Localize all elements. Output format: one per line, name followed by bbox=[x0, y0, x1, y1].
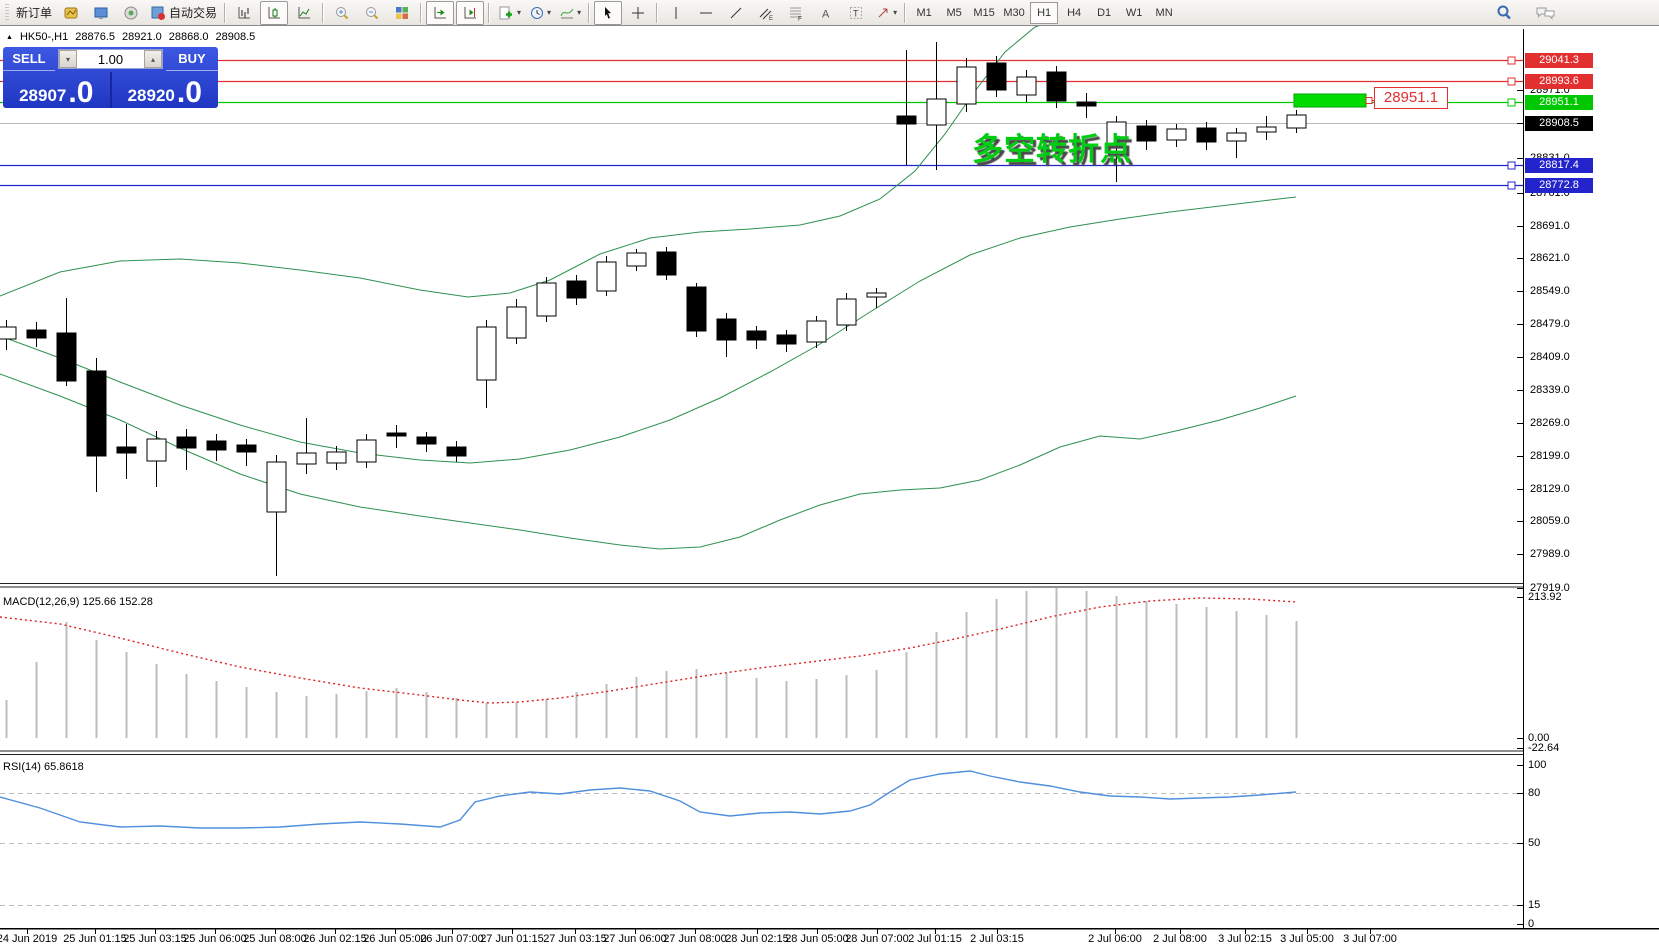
charts-icon[interactable] bbox=[57, 1, 85, 25]
candlestick-chart-icon[interactable] bbox=[260, 1, 288, 25]
volume-spinner: ▾ 1.00 ▴ bbox=[58, 49, 163, 69]
separator bbox=[322, 3, 324, 23]
separator bbox=[904, 3, 906, 23]
separator bbox=[224, 3, 226, 23]
buy-button[interactable]: BUY bbox=[166, 47, 218, 71]
label-icon[interactable]: T bbox=[842, 1, 870, 25]
one-click-trading-panel: SELL ▾ 1.00 ▴ BUY 28907 .0 28920 .0 bbox=[3, 47, 218, 108]
timeframe-D1[interactable]: D1 bbox=[1090, 2, 1118, 24]
chevron-down-icon: ▾ bbox=[517, 8, 521, 17]
svg-text:T: T bbox=[853, 8, 859, 18]
mt4-trading-app: { "toolbar": { "new_order_label": "新订单",… bbox=[0, 0, 1659, 950]
tile-windows-icon[interactable] bbox=[388, 1, 416, 25]
sell-price-main: 28907 bbox=[19, 87, 66, 104]
arrows-icon[interactable]: ▾ bbox=[872, 1, 900, 25]
zoom-out-icon[interactable] bbox=[358, 1, 386, 25]
chart-canvas bbox=[0, 0, 1659, 950]
volume-increase-button[interactable]: ▴ bbox=[144, 50, 162, 68]
chevron-down-icon: ▾ bbox=[893, 8, 897, 17]
trendline-icon[interactable] bbox=[722, 1, 750, 25]
highlight-rectangle[interactable] bbox=[1294, 94, 1374, 107]
horizontal-line-icon[interactable] bbox=[692, 1, 720, 25]
zoom-in-icon[interactable] bbox=[328, 1, 356, 25]
chevron-down-icon: ▾ bbox=[547, 8, 551, 17]
volume-input[interactable]: 1.00 bbox=[77, 50, 144, 68]
text-icon[interactable]: A bbox=[812, 1, 840, 25]
auto-trading-button[interactable]: 自动交易 bbox=[147, 2, 220, 24]
market-watch-icon[interactable] bbox=[87, 1, 115, 25]
indicators-icon[interactable]: ▾ bbox=[556, 1, 584, 25]
buy-price-main: 28920 bbox=[128, 87, 175, 104]
macd-histogram bbox=[7, 588, 1297, 738]
timeframe-M5[interactable]: M5 bbox=[940, 2, 968, 24]
auto-trading-icon bbox=[150, 5, 166, 21]
separator bbox=[656, 3, 658, 23]
toolbar: 新订单 自动交易 ▾ ▾ ▾ E F A T ▾ M1M5M15M30H1H4D… bbox=[0, 0, 1659, 26]
separator bbox=[420, 3, 422, 23]
volume-decrease-button[interactable]: ▾ bbox=[59, 50, 77, 68]
axis-ticks bbox=[28, 91, 1524, 935]
timeframe-W1[interactable]: W1 bbox=[1120, 2, 1148, 24]
vertical-line-icon[interactable] bbox=[662, 1, 690, 25]
timeframe-M1[interactable]: M1 bbox=[910, 2, 938, 24]
timeframe-H1[interactable]: H1 bbox=[1030, 2, 1058, 24]
separator bbox=[588, 3, 590, 23]
sell-button[interactable]: SELL bbox=[3, 47, 55, 71]
bar-chart-icon[interactable] bbox=[230, 1, 258, 25]
buy-price[interactable]: 28920 .0 bbox=[110, 72, 219, 108]
search-icon[interactable] bbox=[1490, 1, 1518, 25]
sell-price[interactable]: 28907 .0 bbox=[3, 72, 110, 108]
separator bbox=[488, 3, 490, 23]
rsi-pane bbox=[0, 771, 1523, 906]
timeframe-M30[interactable]: M30 bbox=[1000, 2, 1028, 24]
line-chart-icon[interactable] bbox=[290, 1, 318, 25]
crosshair-icon[interactable] bbox=[624, 1, 652, 25]
macd-signal-line bbox=[0, 598, 1296, 703]
chat-icon[interactable] bbox=[1532, 1, 1560, 25]
toolbar-grip bbox=[5, 4, 9, 22]
fibonacci-icon[interactable]: F bbox=[782, 1, 810, 25]
sell-price-pips: .0 bbox=[68, 81, 93, 104]
buy-price-pips: .0 bbox=[177, 81, 202, 104]
timeframe-buttons: M1M5M15M30H1H4D1W1MN bbox=[909, 2, 1179, 24]
chart-shift-icon[interactable] bbox=[456, 1, 484, 25]
period-icon[interactable]: ▾ bbox=[526, 1, 554, 25]
cursor-icon[interactable] bbox=[594, 1, 622, 25]
auto-scroll-icon[interactable] bbox=[426, 1, 454, 25]
channel-icon[interactable]: E bbox=[752, 1, 780, 25]
timeframe-H4[interactable]: H4 bbox=[1060, 2, 1088, 24]
chevron-down-icon: ▾ bbox=[577, 8, 581, 17]
svg-text:A: A bbox=[822, 8, 830, 20]
auto-trading-label: 自动交易 bbox=[169, 4, 217, 21]
signals-icon[interactable] bbox=[117, 1, 145, 25]
svg-text:F: F bbox=[798, 15, 802, 21]
timeframe-MN[interactable]: MN bbox=[1150, 2, 1178, 24]
new-chart-icon[interactable]: ▾ bbox=[494, 1, 524, 25]
new-order-button[interactable]: 新订单 bbox=[13, 2, 55, 24]
timeframe-M15[interactable]: M15 bbox=[970, 2, 998, 24]
svg-text:E: E bbox=[769, 16, 773, 21]
candles bbox=[0, 42, 1306, 576]
